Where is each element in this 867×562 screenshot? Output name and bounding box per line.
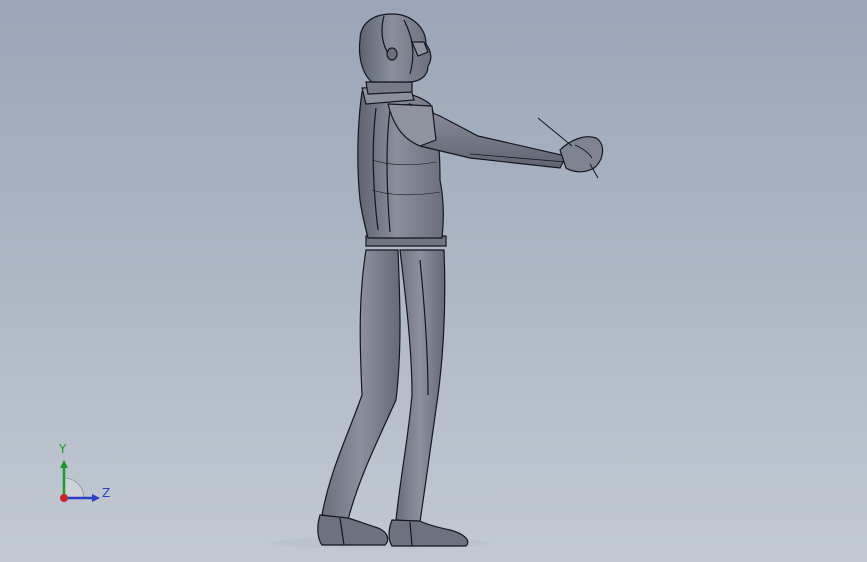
front-leg xyxy=(388,249,469,547)
triad-quarter-disc xyxy=(63,477,85,499)
graphics-viewport[interactable]: Y Z xyxy=(0,0,867,562)
3d-model-human-figure[interactable] xyxy=(0,0,867,562)
rear-leg xyxy=(317,249,401,546)
triad-x-origin-dot xyxy=(60,494,68,502)
triad-y-label: Y xyxy=(59,442,67,456)
triad-y-arrow-icon xyxy=(60,460,68,468)
triad-z-label: Z xyxy=(102,486,111,500)
head xyxy=(358,13,432,95)
triad-z-arrow-icon xyxy=(92,494,100,502)
